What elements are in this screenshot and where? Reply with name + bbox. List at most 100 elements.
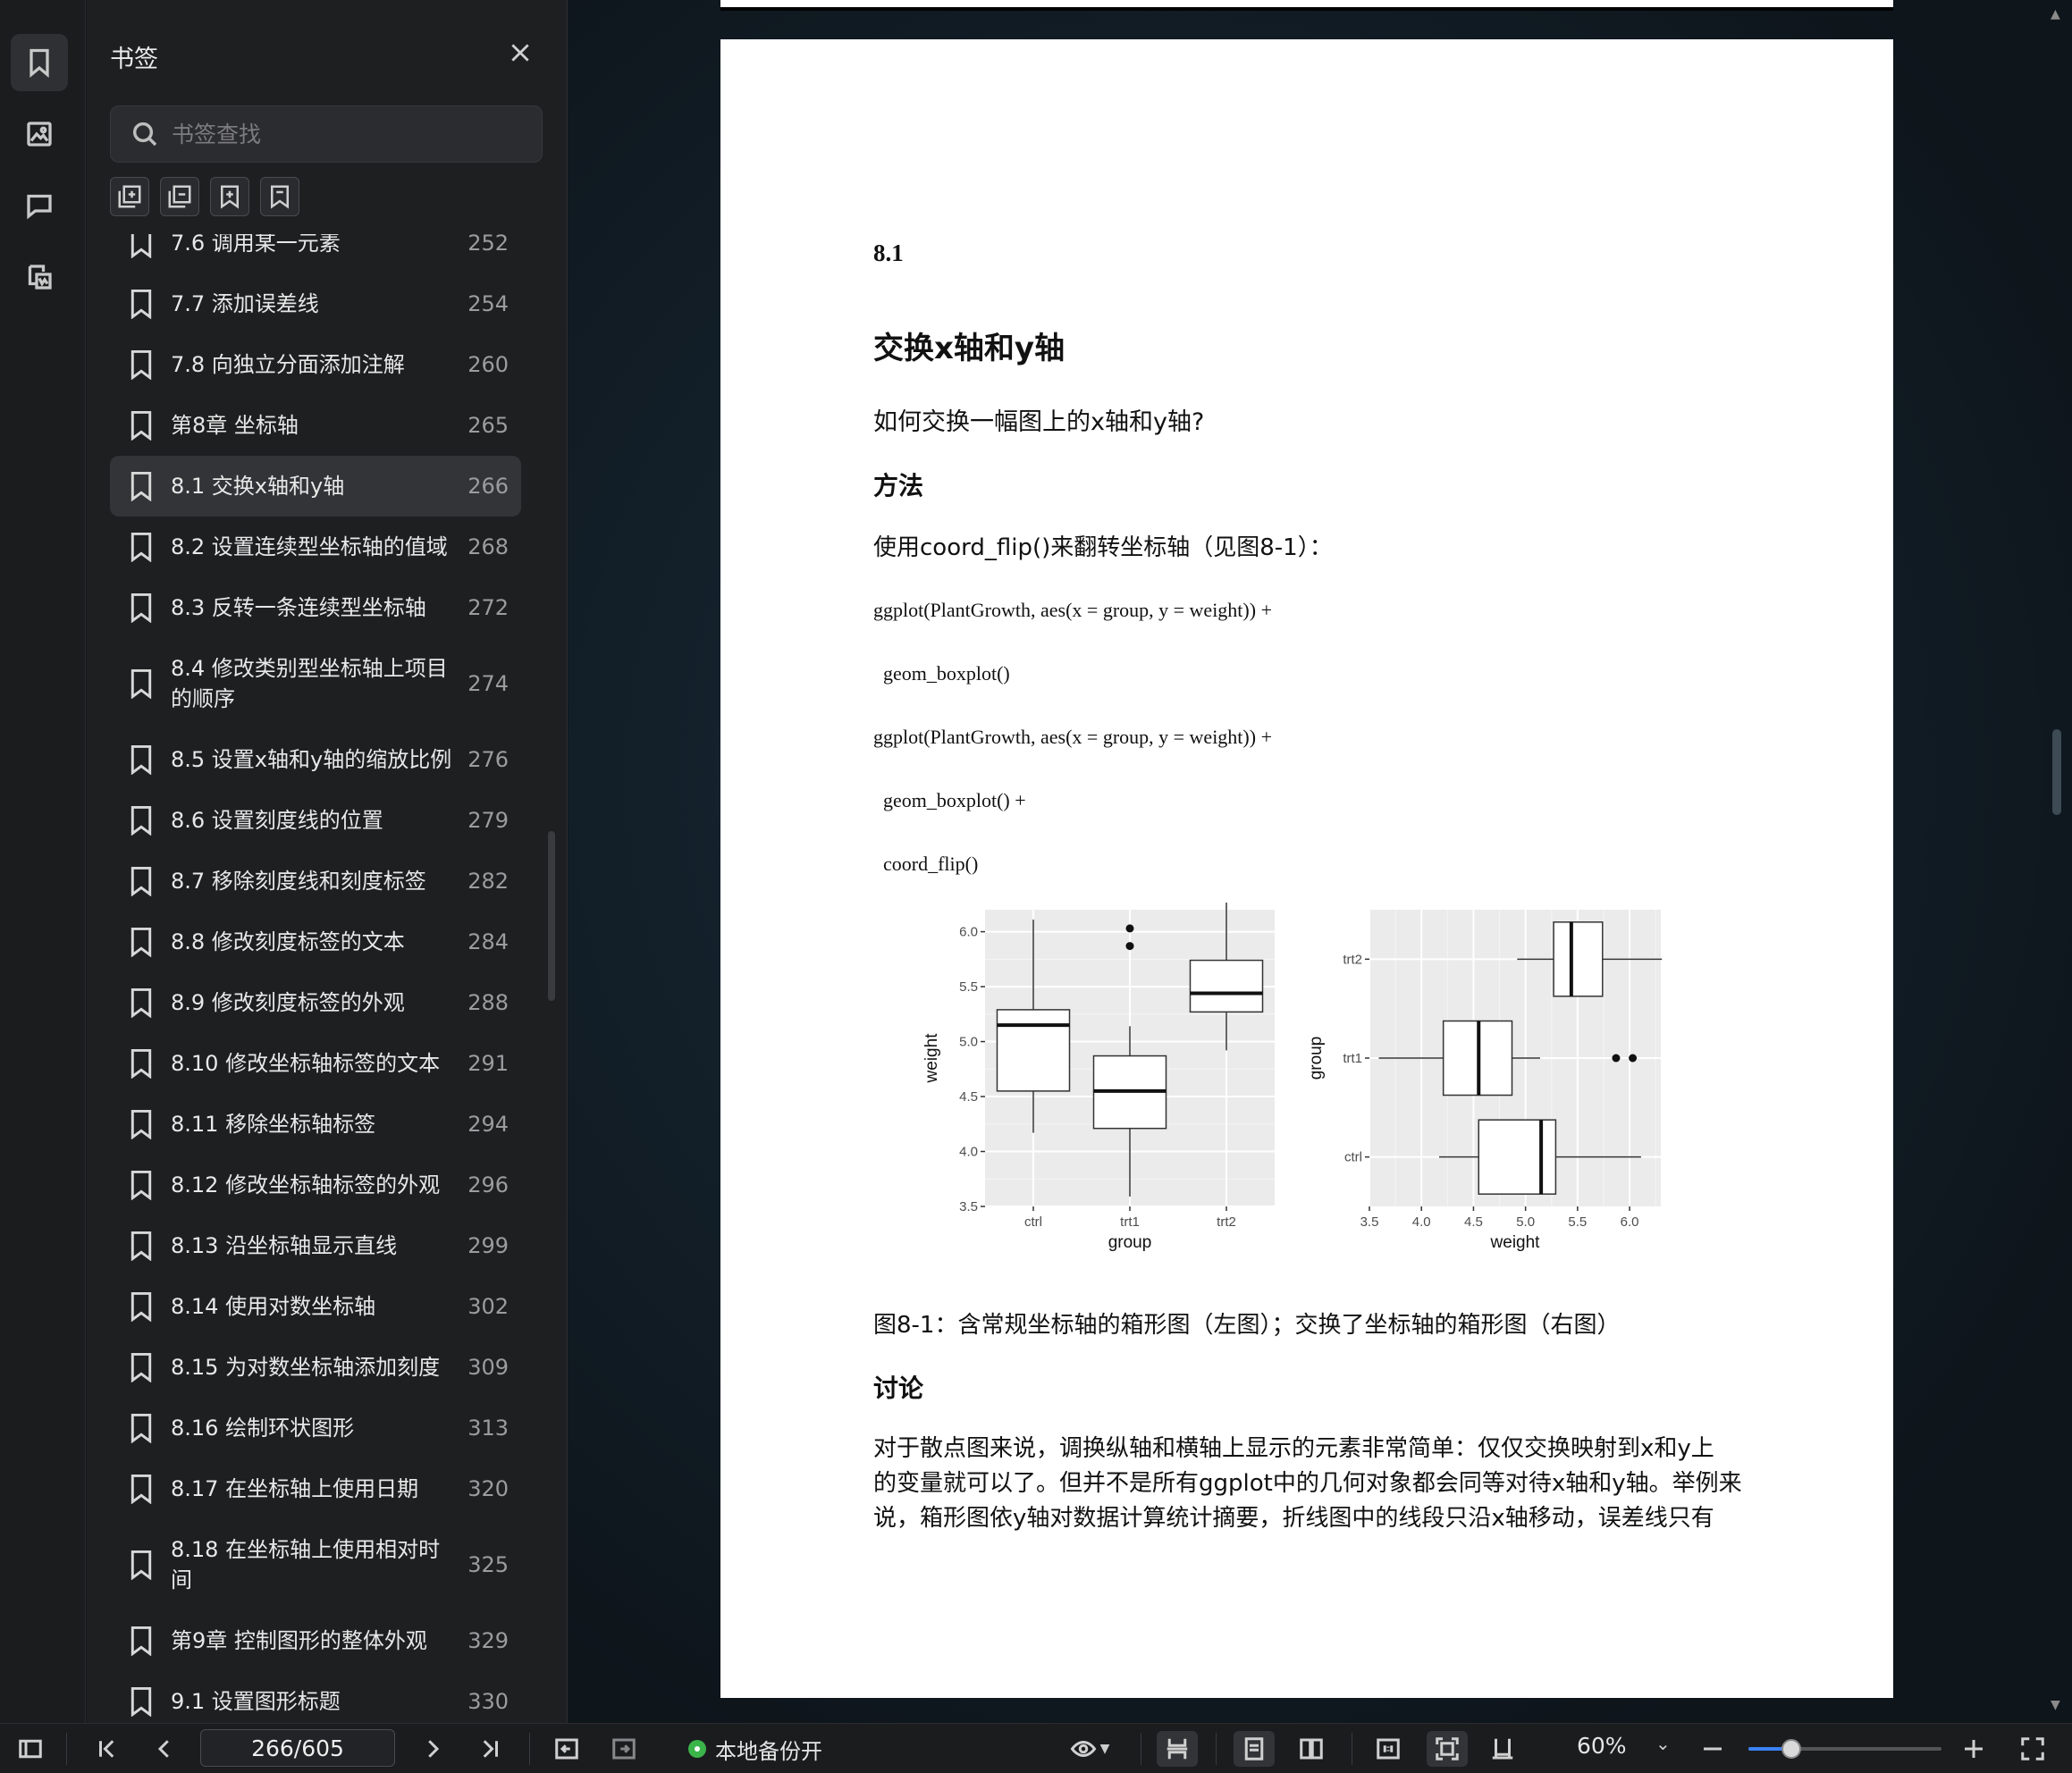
page-number-input[interactable] (200, 1729, 395, 1767)
bookmark-item[interactable]: 8.8 修改刻度标签的文本 284 (110, 912, 521, 972)
bookmark-item-page: 284 (467, 929, 509, 954)
scroll-down-arrow-icon[interactable]: ▼ (2051, 1698, 2060, 1712)
continuous-scroll-button[interactable] (1157, 1731, 1198, 1767)
close-icon (511, 44, 529, 62)
bookmark-item[interactable]: 8.1 交换x轴和y轴 266 (110, 456, 521, 517)
document-viewport[interactable]: 8.1 交换x轴和y轴 如何交换一幅图上的x轴和y轴? 方法 使用coord_f… (569, 0, 2072, 1723)
y-axis-label: group (1307, 1037, 1326, 1080)
single-page-button[interactable] (1234, 1731, 1275, 1767)
thumbnail-panel-button[interactable] (11, 105, 68, 163)
bookmark-icon (128, 349, 155, 381)
scroll-up-arrow-icon[interactable]: ▲ (2051, 7, 2060, 21)
bookmark-item-page: 288 (467, 990, 509, 1015)
first-page-button[interactable] (89, 1731, 125, 1767)
bookmark-item[interactable]: 8.10 修改坐标轴标签的文本 291 (110, 1033, 521, 1094)
y-axis-label: weight (922, 1033, 941, 1084)
fit-page-button[interactable] (1427, 1731, 1468, 1767)
bookmark-search-input[interactable] (172, 121, 511, 147)
zoom-slider[interactable] (1748, 1739, 1941, 1759)
bookmark-item[interactable]: 8.7 移除刻度线和刻度标签 282 (110, 851, 521, 912)
tick-label: 4.5 (959, 1089, 978, 1105)
bookmark-icon (128, 1474, 155, 1505)
bookmark-list-scrollbar[interactable] (548, 831, 555, 1001)
fullscreen-button[interactable] (2015, 1731, 2051, 1767)
scroll-thumb[interactable] (2052, 729, 2061, 815)
bookmark-outline-icon (271, 185, 289, 209)
bookmark-item[interactable]: 8.11 移除坐标轴标签 294 (110, 1094, 521, 1155)
bookmark-icon (128, 1048, 155, 1080)
expand-all-button[interactable] (110, 177, 149, 216)
zoom-slider-knob[interactable] (1781, 1739, 1801, 1759)
zoom-out-button[interactable] (1697, 1731, 1729, 1767)
bookmark-item[interactable]: 8.15 为对数坐标轴添加刻度 309 (110, 1337, 521, 1398)
bookmark-item[interactable]: 8.18 在坐标轴上使用相对时间 325 (110, 1519, 521, 1610)
backup-status-icon (688, 1740, 706, 1758)
annotation-panel-button[interactable] (11, 248, 68, 306)
collapse-all-button[interactable] (160, 177, 199, 216)
bookmark-icon (128, 1413, 155, 1444)
last-page-button[interactable] (472, 1731, 508, 1767)
bookmark-item[interactable]: 8.12 修改坐标轴标签的外观 296 (110, 1155, 521, 1215)
bookmark-icon (128, 1550, 155, 1581)
bookmark-icon (128, 592, 155, 624)
next-page-button[interactable] (415, 1731, 451, 1767)
bookmark-item[interactable]: 7.7 添加误差线 254 (110, 273, 521, 334)
left-rail (0, 0, 86, 1723)
zoom-value[interactable]: 60% (1577, 1733, 1627, 1759)
bookmark-item[interactable]: 8.2 设置连续型坐标轴的值域 268 (110, 517, 521, 577)
actual-size-button[interactable] (1368, 1731, 1409, 1767)
bookmark-item-page: 296 (467, 1172, 509, 1197)
bookmark-item[interactable]: 第8章 坐标轴 265 (110, 395, 521, 456)
bookmark-item-label: 8.5 设置x轴和y轴的缩放比例 (171, 747, 452, 772)
first-page-icon (99, 1740, 114, 1758)
bookmark-item[interactable]: 8.13 沿坐标轴显示直线 299 (110, 1215, 521, 1276)
bookmark-item[interactable]: 8.14 使用对数坐标轴 302 (110, 1276, 521, 1337)
bookmark-item-page: 313 (467, 1416, 509, 1441)
toggle-sidebar-button[interactable] (13, 1731, 48, 1767)
boxplot-horizontal: 3.5 4.0 4.5 5.0 5.5 6.0 ctrl trt1 trt2 weight grou… (1307, 910, 1663, 1252)
outlier-point (1629, 1054, 1638, 1063)
bookmark-item[interactable]: 8.4 修改类别型坐标轴上项目的顺序 274 (110, 638, 521, 729)
tick-label: trt2 (1343, 952, 1362, 967)
bookmark-icon (128, 1686, 155, 1718)
annotation-list-icon (28, 265, 52, 290)
bookmark-outline-button[interactable] (260, 177, 299, 216)
navigate-back-button[interactable] (549, 1731, 585, 1767)
two-page-button[interactable] (1291, 1731, 1332, 1767)
zoom-dropdown-chevron-icon[interactable]: ⌄ (1655, 1733, 1671, 1754)
zoom-in-button[interactable] (1958, 1731, 1990, 1767)
bookmark-item[interactable]: 8.3 反转一条连续型坐标轴 272 (110, 577, 521, 638)
bookmark-item-label: 8.4 修改类别型坐标轴上项目的顺序 (171, 656, 448, 711)
bookmark-item[interactable]: 7.6 调用某一元素 252 (110, 234, 521, 273)
bookmark-item[interactable]: 9.1 设置图形标题 330 (110, 1671, 521, 1723)
bookmark-item[interactable]: 第9章 控制图形的整体外观 329 (110, 1610, 521, 1671)
document-scrollbar[interactable]: ▲ ▼ (2045, 0, 2072, 1723)
bookmark-item-label: 8.15 为对数坐标轴添加刻度 (171, 1355, 441, 1380)
fit-width-button[interactable] (1482, 1731, 1523, 1767)
tick-label: 5.0 (1516, 1214, 1535, 1230)
bookmark-item[interactable]: 8.17 在坐标轴上使用日期 320 (110, 1458, 521, 1519)
bookmark-item[interactable]: 7.8 向独立分面添加注解 260 (110, 334, 521, 395)
bookmark-item-page: 299 (467, 1233, 509, 1258)
bookmark-item-page: 302 (467, 1294, 509, 1319)
bookmark-item[interactable]: 8.5 设置x轴和y轴的缩放比例 276 (110, 729, 521, 790)
view-mode-dropdown[interactable]: ▼ (1058, 1731, 1121, 1767)
bookmark-item[interactable]: 8.6 设置刻度线的位置 279 (110, 790, 521, 851)
bookmark-panel-button[interactable] (11, 34, 68, 91)
bookmark-item-label: 8.13 沿坐标轴显示直线 (171, 1233, 398, 1258)
code-line: ggplot(PlantGrowth, aes(x = group, y = w… (873, 599, 1272, 621)
bookmark-item-label: 8.1 交换x轴和y轴 (171, 474, 345, 499)
close-panel-button[interactable] (505, 38, 535, 68)
navigate-forward-button[interactable] (606, 1731, 642, 1767)
bookmark-item-page: 279 (467, 808, 509, 833)
backup-status[interactable]: 本地备份开 (688, 1731, 822, 1767)
tick-label: 4.0 (959, 1145, 978, 1160)
bookmark-item-label: 7.8 向独立分面添加注解 (171, 352, 405, 377)
bookmark-item[interactable]: 8.9 修改刻度标签的外观 288 (110, 972, 521, 1033)
bookmark-item[interactable]: 8.16 绘制环状图形 313 (110, 1398, 521, 1458)
add-bookmark-button[interactable] (210, 177, 249, 216)
search-icon (132, 122, 157, 147)
previous-page-button[interactable] (147, 1731, 182, 1767)
section-number: 8.1 (873, 239, 904, 266)
comment-panel-button[interactable] (11, 177, 68, 234)
